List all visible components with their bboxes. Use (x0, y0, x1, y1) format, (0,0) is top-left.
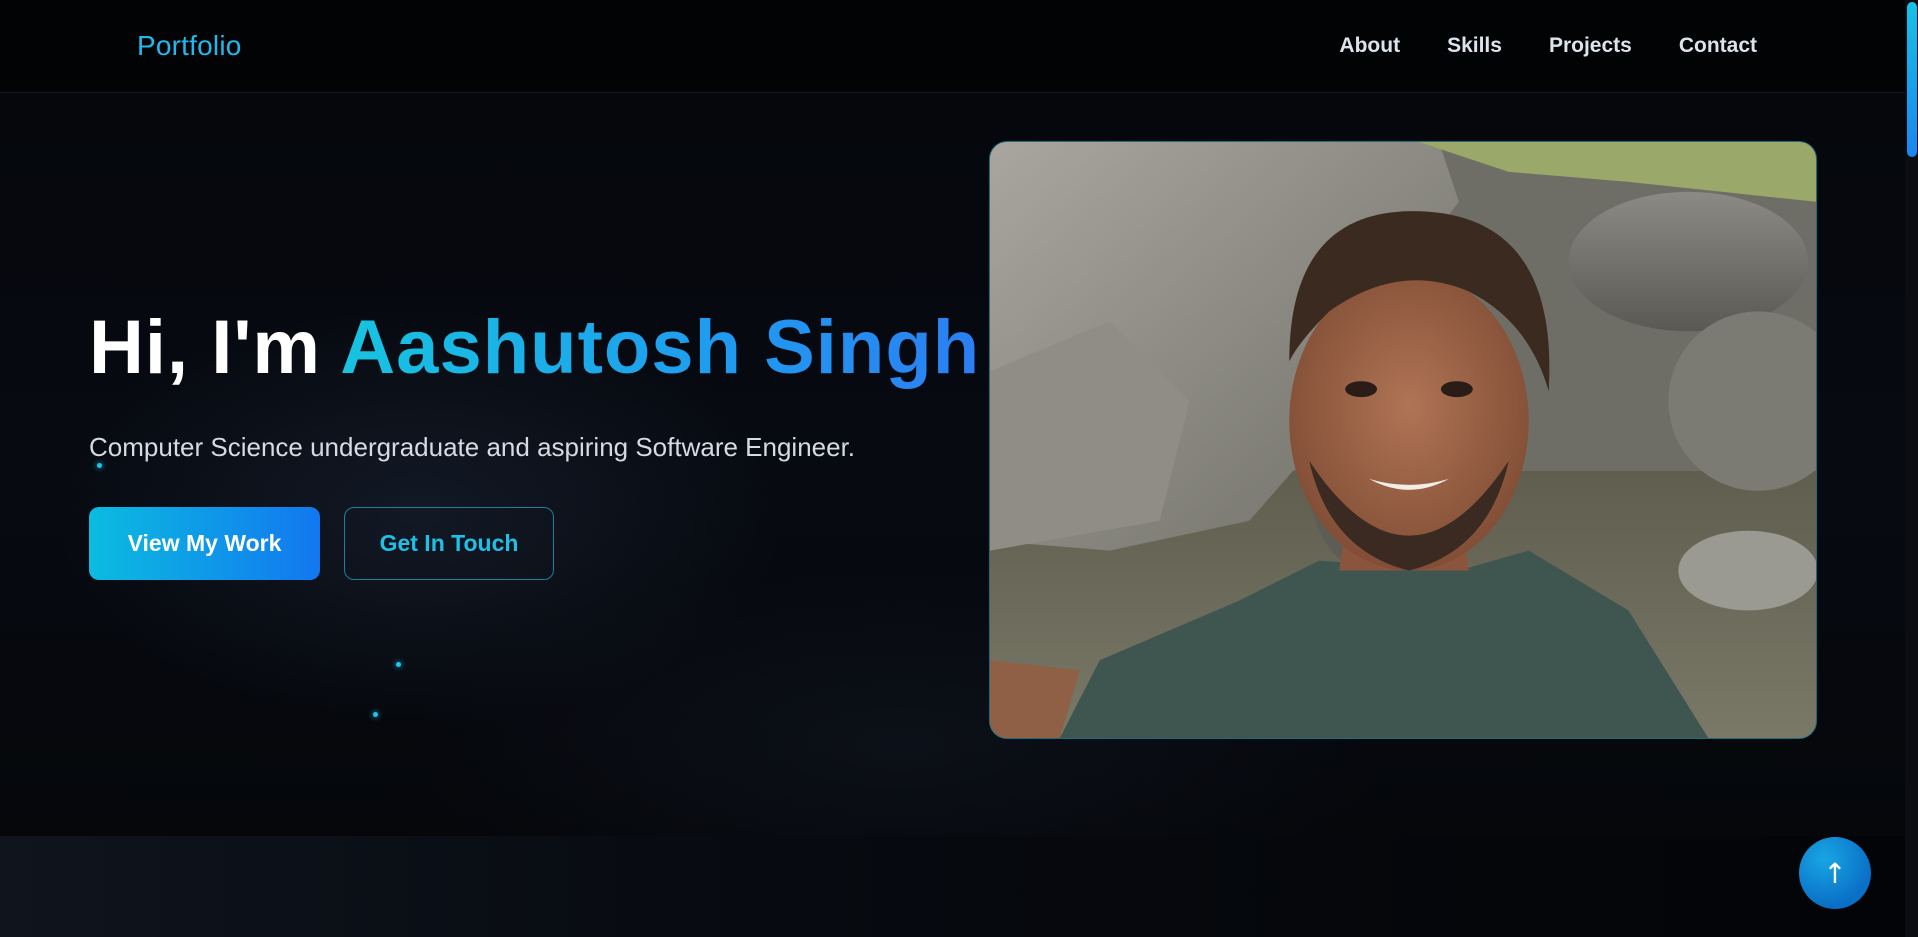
navbar: Portfolio About Skills Projects Contact (0, 0, 1905, 93)
hero-subtitle: Computer Science undergraduate and aspir… (89, 432, 856, 462)
nav-link-skills[interactable]: Skills (1447, 34, 1502, 58)
brand-logo[interactable]: Portfolio (137, 30, 242, 62)
next-section (0, 836, 1905, 937)
scrollbar[interactable] (1905, 0, 1918, 937)
particle-dot (396, 662, 401, 667)
hero-greeting: Hi, I'm (89, 305, 341, 390)
scrollbar-thumb[interactable] (1907, 2, 1917, 157)
scroll-to-top-button[interactable]: ↑ (1799, 837, 1871, 909)
nav-link-contact[interactable]: Contact (1679, 34, 1757, 58)
hero-title: Hi, I'm Aashutosh Singh (89, 304, 980, 391)
view-my-work-button[interactable]: View My Work (89, 507, 320, 580)
nav-link-about[interactable]: About (1339, 34, 1400, 58)
nav-links: About Skills Projects Contact (1339, 34, 1757, 58)
profile-photo-image (990, 142, 1816, 738)
hero-section: Hi, I'm Aashutosh Singh Computer Science… (0, 94, 1905, 836)
nav-link-projects[interactable]: Projects (1549, 34, 1632, 58)
particle-dot (373, 712, 378, 717)
hero-name: Aashutosh Singh (340, 305, 981, 390)
profile-photo (989, 141, 1817, 739)
arrow-up-icon: ↑ (1823, 856, 1847, 890)
get-in-touch-button[interactable]: Get In Touch (344, 507, 554, 580)
particle-dot (97, 463, 102, 468)
